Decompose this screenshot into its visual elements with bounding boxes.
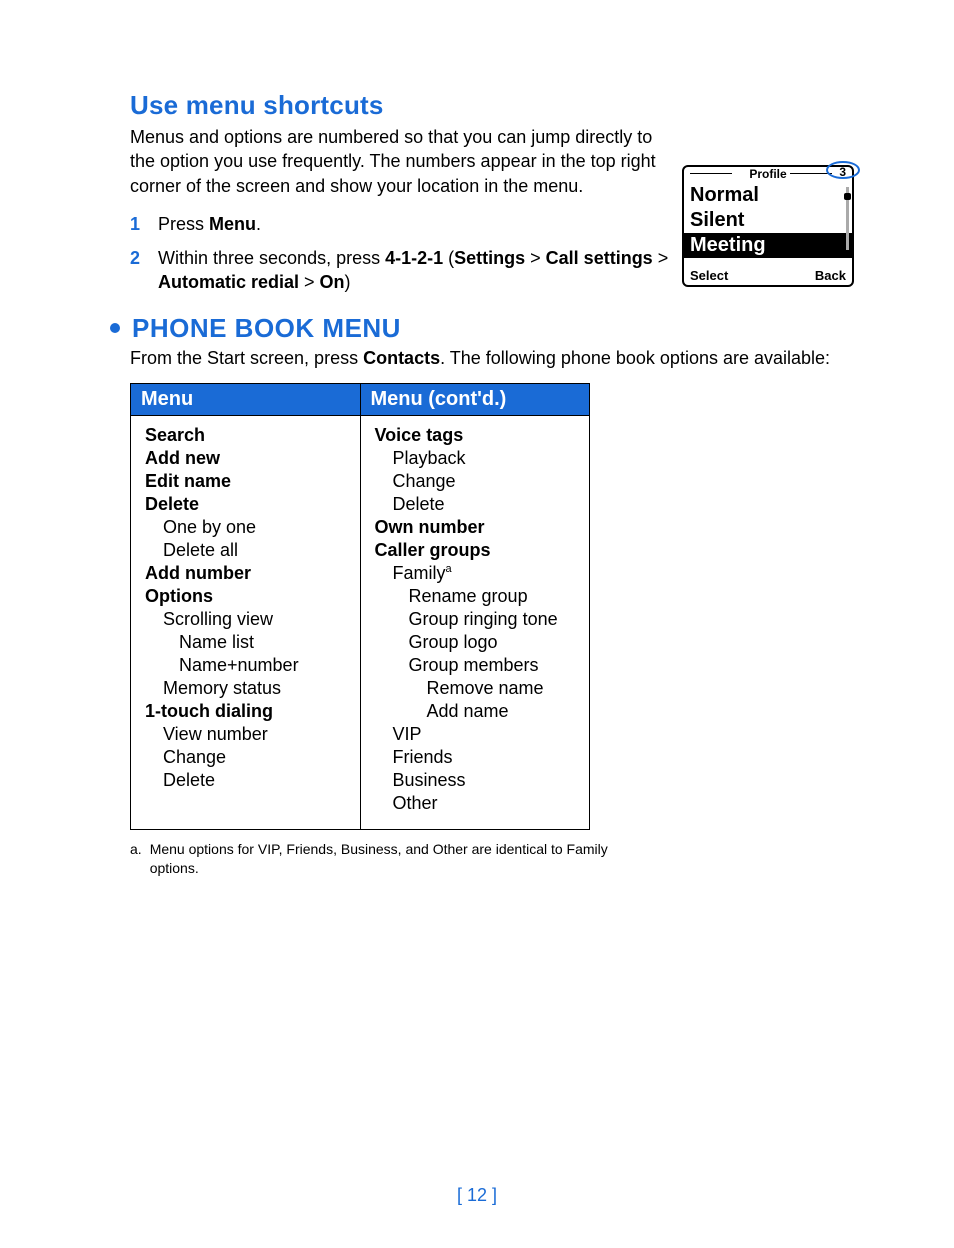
- shortcut-steps: 1 Press Menu. 2 Within three seconds, press…: [130, 212, 670, 295]
- menu-item: Voice tags: [375, 424, 576, 447]
- menu-item: 1-touch dialing: [145, 700, 346, 723]
- step-text: >: [299, 272, 320, 292]
- step-text: >: [653, 248, 669, 268]
- step-item: 2 Within three seconds, press 4-1-2-1 (Se…: [130, 246, 670, 295]
- menu-item: Group ringing tone: [375, 608, 576, 631]
- shortcuts-heading: Use menu shortcuts: [130, 90, 844, 121]
- menu-item: Business: [375, 769, 576, 792]
- menu-item: Group logo: [375, 631, 576, 654]
- menu-item: Add new: [145, 447, 346, 470]
- step-bold: Automatic redial: [158, 272, 299, 292]
- table-header-left: Menu: [131, 383, 361, 415]
- menu-item: Scrolling view: [145, 608, 346, 631]
- menu-item: Familya: [375, 562, 576, 585]
- step-item: 1 Press Menu.: [130, 212, 670, 236]
- menu-item: Remove name: [375, 677, 576, 700]
- step-text: Within three seconds, press: [158, 248, 385, 268]
- table-cell-right: Voice tagsPlaybackChangeDeleteOwn number…: [360, 415, 590, 830]
- menu-item-footnote-ref: a: [446, 563, 452, 575]
- step-bold: 4-1-2-1: [385, 248, 443, 268]
- step-text: .: [256, 214, 261, 234]
- menu-item: Other: [375, 792, 576, 815]
- phone-book-menu-table: Menu Menu (cont'd.) SearchAdd newEdit na…: [130, 383, 590, 831]
- phone-option: Meeting: [684, 233, 852, 258]
- phone-book-intro: From the Start screen, press Contacts. T…: [130, 348, 844, 369]
- menu-item: Change: [145, 746, 346, 769]
- rule: [790, 173, 832, 174]
- menu-item: Playback: [375, 447, 576, 470]
- menu-item: Delete: [375, 493, 576, 516]
- phone-softkeys: Select Back: [684, 268, 852, 283]
- step-bold: Menu: [209, 214, 256, 234]
- menu-item: Group members: [375, 654, 576, 677]
- step-bold: Call settings: [546, 248, 653, 268]
- step-text: (: [443, 248, 454, 268]
- intro-text: From the Start screen, press: [130, 348, 363, 368]
- menu-item: Delete all: [145, 539, 346, 562]
- phone-book-heading-row: PHONE BOOK MENU: [110, 313, 844, 344]
- menu-item: Add number: [145, 562, 346, 585]
- table-header-right: Menu (cont'd.): [360, 383, 590, 415]
- menu-item: Delete: [145, 769, 346, 792]
- menu-item: Name list: [145, 631, 346, 654]
- phone-title: Profile: [745, 167, 790, 181]
- page-number: [ 12 ]: [0, 1185, 954, 1206]
- step-bold: On: [320, 272, 345, 292]
- menu-item: Friends: [375, 746, 576, 769]
- step-number: 2: [130, 246, 140, 270]
- menu-item: Add name: [375, 700, 576, 723]
- phone-title-row: Profile 3: [684, 167, 852, 183]
- phone-screen-illustration: Profile 3 NormalSilentMeeting Select Bac…: [682, 165, 854, 287]
- step-text: ): [345, 272, 351, 292]
- intro-text: . The following phone book options are a…: [440, 348, 830, 368]
- menu-item: Change: [375, 470, 576, 493]
- phone-options: NormalSilentMeeting: [684, 183, 852, 258]
- menu-item: Search: [145, 424, 346, 447]
- phone-title-number: 3: [839, 165, 846, 179]
- bullet-icon: [110, 323, 120, 333]
- phone-book-heading: PHONE BOOK MENU: [132, 313, 401, 344]
- footnote-key: a.: [130, 840, 150, 878]
- softkey-right: Back: [815, 268, 846, 283]
- menu-item: Rename group: [375, 585, 576, 608]
- footnote-text: Menu options for VIP, Friends, Business,…: [150, 840, 630, 878]
- intro-contacts: Contacts: [363, 348, 440, 368]
- menu-item: VIP: [375, 723, 576, 746]
- step-text: >: [525, 248, 546, 268]
- phone-option: Normal: [684, 183, 852, 208]
- menu-item: Name+number: [145, 654, 346, 677]
- menu-item: Edit name: [145, 470, 346, 493]
- step-bold: Settings: [454, 248, 525, 268]
- step-number: 1: [130, 212, 140, 236]
- menu-item: Delete: [145, 493, 346, 516]
- menu-item: Memory status: [145, 677, 346, 700]
- document-page: Use menu shortcuts Menus and options are…: [0, 0, 954, 1248]
- phone-scrollbar: [846, 187, 849, 255]
- rule: [690, 173, 732, 174]
- menu-item: View number: [145, 723, 346, 746]
- table-cell-left: SearchAdd newEdit nameDeleteOne by oneDe…: [131, 415, 361, 830]
- footnote: a. Menu options for VIP, Friends, Busine…: [130, 840, 630, 878]
- menu-item: Own number: [375, 516, 576, 539]
- shortcuts-intro: Menus and options are numbered so that y…: [130, 125, 670, 198]
- menu-item: One by one: [145, 516, 346, 539]
- phone-option: Silent: [684, 208, 852, 233]
- menu-item: Options: [145, 585, 346, 608]
- step-text: Press: [158, 214, 209, 234]
- menu-item: Caller groups: [375, 539, 576, 562]
- shortcuts-block: Menus and options are numbered so that y…: [130, 125, 844, 295]
- softkey-left: Select: [690, 268, 728, 283]
